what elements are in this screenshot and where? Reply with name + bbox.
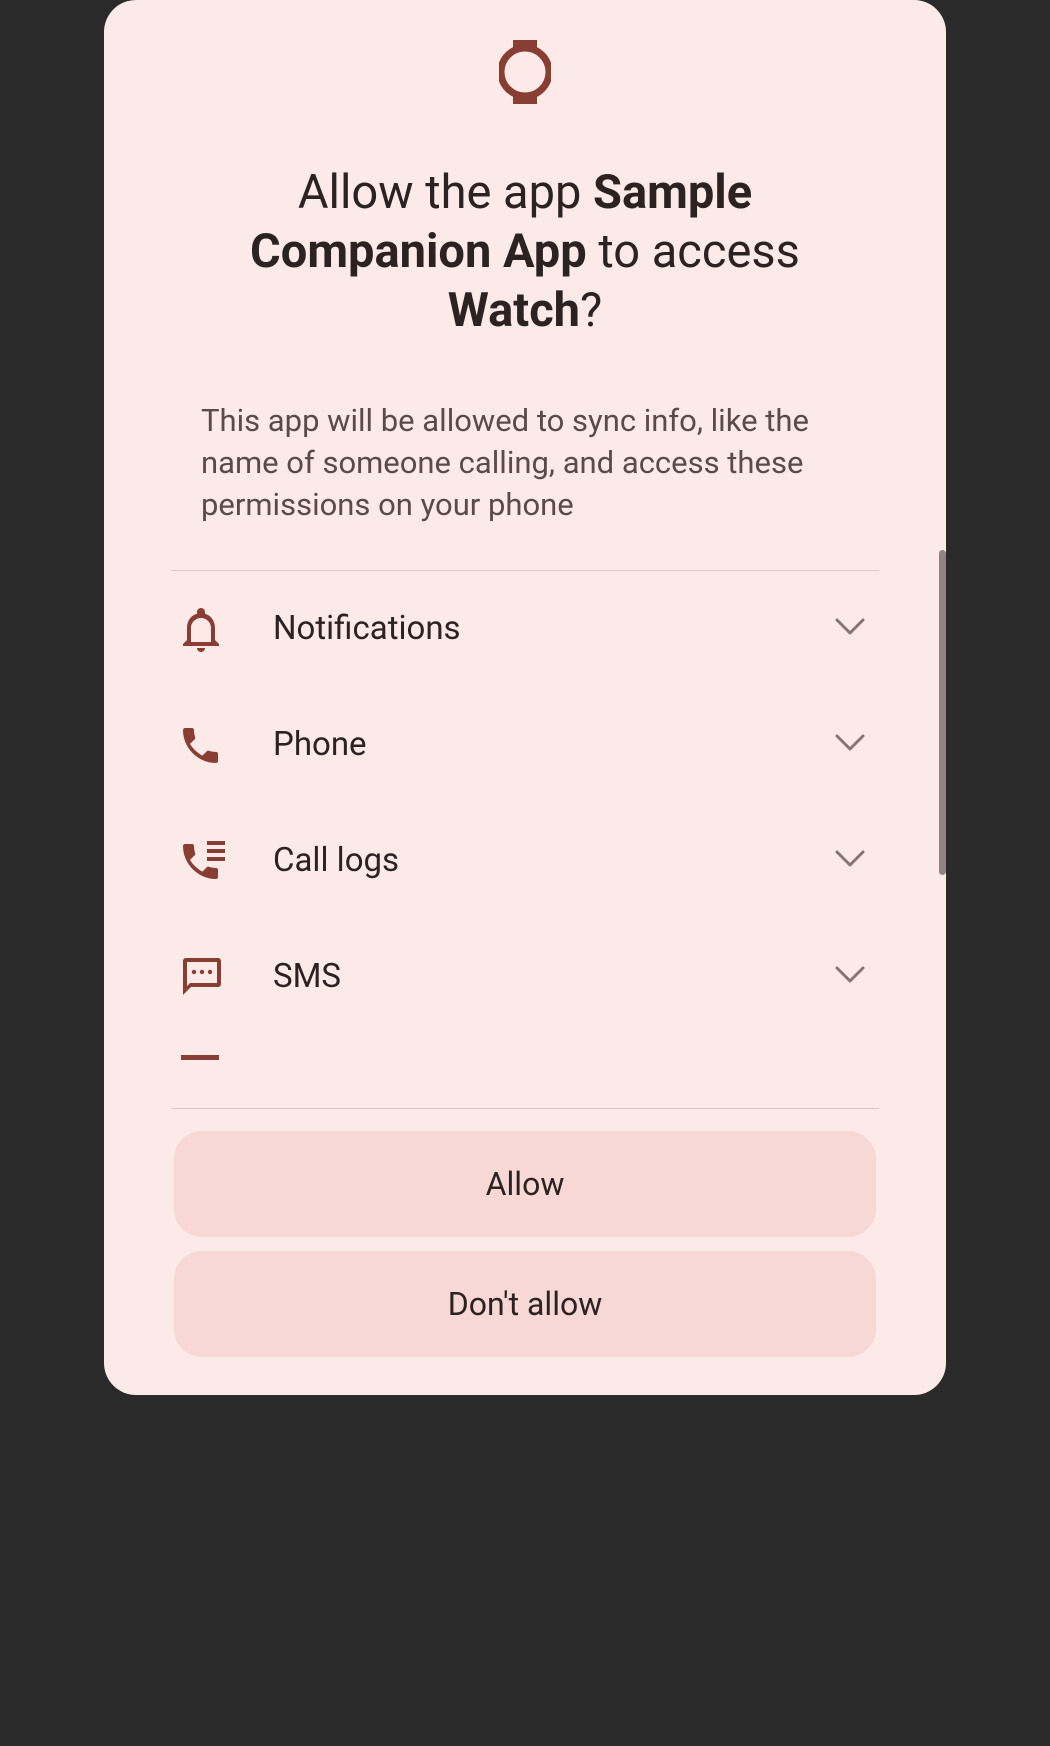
dialog-title: Allow the app Sample Companion App to ac… [124,164,926,340]
chevron-down-icon [835,734,865,756]
chevron-down-icon [835,966,865,988]
permission-item-sms[interactable]: SMS [171,919,879,1035]
watch-icon [499,40,551,108]
dialog-description: This app will be allowed to sync info, l… [104,340,946,526]
permission-item-partial[interactable] [171,1035,879,1063]
partial-icon [181,1055,225,1063]
dialog-buttons: Allow Don't allow [104,1109,946,1395]
title-text-1: Allow the app [298,165,593,220]
permission-list: Notifications Phone [171,571,879,1063]
permission-list-container: Notifications Phone [171,570,879,1109]
permission-label: SMS [273,957,835,996]
permission-label: Phone [273,725,835,764]
title-text-3: ? [580,283,602,338]
permission-label: Call logs [273,841,835,880]
sms-icon [181,956,225,998]
dialog-header: Allow the app Sample Companion App to ac… [104,0,946,340]
phone-icon [181,725,225,765]
title-text-2: to access [587,224,800,279]
permission-dialog: Allow the app Sample Companion App to ac… [104,0,946,1395]
permission-label: Notifications [273,609,835,648]
chevron-down-icon [835,618,865,640]
allow-button[interactable]: Allow [174,1131,876,1237]
chevron-down-icon [835,850,865,872]
deny-button[interactable]: Don't allow [174,1251,876,1357]
title-device-name: Watch [448,283,580,338]
notifications-icon [181,606,225,652]
call-logs-icon [181,841,225,881]
scrollbar[interactable] [939,550,946,875]
permission-item-notifications[interactable]: Notifications [171,571,879,687]
permission-item-phone[interactable]: Phone [171,687,879,803]
permission-item-call-logs[interactable]: Call logs [171,803,879,919]
